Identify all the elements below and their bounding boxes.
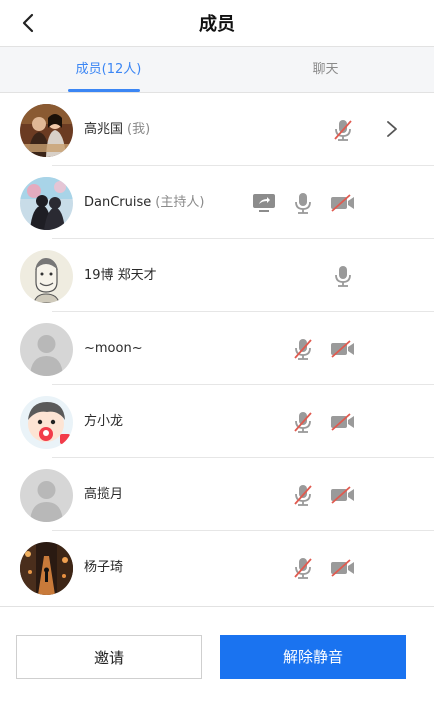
default-avatar [20,323,73,376]
member-name: 19博 郑天才 [84,268,157,283]
mic-off-icon[interactable] [290,555,316,581]
invite-button[interactable]: 邀请 [16,635,202,679]
member-name: DanCruise (主持人) [84,195,205,210]
top-bar: 成员 [0,0,434,47]
member-name: 杨子琦 [84,560,124,575]
member-row-5[interactable]: 高揽月 [0,458,434,531]
avatar [20,396,73,449]
member-name: 高兆国 (我) [84,122,151,137]
member-row-2[interactable]: 19博 郑天才 [0,239,434,312]
member-row-0[interactable]: 高兆国 (我) [0,93,434,166]
tab-chat[interactable]: 聊天 [217,47,434,92]
mic-off-icon[interactable] [290,482,316,508]
default-avatar [20,469,73,522]
member-name: ~moon~ [84,341,143,356]
member-row-3[interactable]: ~moon~ [0,312,434,385]
video-off-icon[interactable] [330,190,356,216]
member-tag: (主持人) [155,195,205,210]
video-off-icon[interactable] [330,555,356,581]
mic-icon[interactable] [290,190,316,216]
chevron-right-icon[interactable] [384,119,400,139]
avatar [20,542,73,595]
tab-members[interactable]: 成员(12人) [0,47,217,92]
avatar [20,177,73,230]
member-name: 高揽月 [84,487,124,502]
member-row-1[interactable]: DanCruise (主持人) [0,166,434,239]
member-row-4[interactable]: 方小龙 [0,385,434,458]
tab-bar: 成员(12人) 聊天 [0,47,434,93]
page-title: 成员 [199,14,235,35]
mic-off-icon[interactable] [290,336,316,362]
mic-off-icon[interactable] [330,117,356,143]
screen-share-icon[interactable] [251,190,277,216]
active-tab-indicator [68,89,140,92]
avatar [20,104,73,157]
mic-icon[interactable] [330,263,356,289]
video-off-icon[interactable] [330,409,356,435]
unmute-all-button[interactable]: 解除静音 [220,635,406,679]
bottom-action-bar: 邀请 解除静音 [0,606,434,704]
avatar [20,250,73,303]
video-off-icon[interactable] [330,336,356,362]
mic-off-icon[interactable] [290,409,316,435]
member-row-6[interactable]: 杨子琦 [0,531,434,604]
member-tag: (我) [127,122,151,137]
video-off-icon[interactable] [330,482,356,508]
member-name: 方小龙 [84,414,124,429]
